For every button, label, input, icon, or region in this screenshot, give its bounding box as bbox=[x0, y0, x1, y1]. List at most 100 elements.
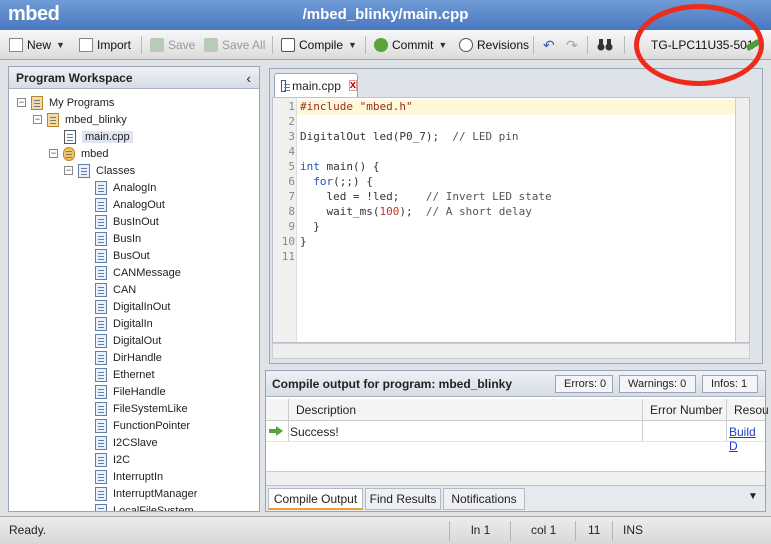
save-all-icon bbox=[204, 38, 218, 52]
line-number: 8 bbox=[288, 205, 295, 218]
classes-folder-icon bbox=[78, 163, 90, 178]
line-number-gutter: 1 2 3 4 5 6 7 8 9 10 11 bbox=[273, 98, 297, 342]
line-number: 1 bbox=[288, 100, 295, 113]
tree-node-class[interactable]: DigitalInOut bbox=[95, 298, 170, 315]
tree-node-class[interactable]: DirHandle bbox=[95, 349, 162, 366]
toolbar: New ▼ Import Save Save All Compile ▼ Commi… bbox=[0, 30, 771, 60]
tree-node-class[interactable]: CANMessage bbox=[95, 264, 181, 281]
revisions-button[interactable]: Revisions bbox=[459, 35, 529, 55]
chevron-down-icon[interactable]: ▼ bbox=[56, 40, 65, 50]
tree-node-class[interactable]: CAN bbox=[95, 281, 136, 298]
vertical-scrollbar[interactable] bbox=[735, 98, 749, 342]
line-number: 4 bbox=[288, 145, 295, 158]
binoculars-icon[interactable] bbox=[597, 35, 613, 55]
compile-icon bbox=[281, 38, 295, 52]
tab-notifications[interactable]: Notifications bbox=[443, 488, 525, 510]
tree-node-my-programs[interactable]: − My Programs bbox=[17, 94, 114, 111]
tree-node-class[interactable]: BusIn bbox=[95, 230, 141, 247]
line-number: 5 bbox=[288, 160, 295, 173]
class-file-icon bbox=[95, 469, 107, 484]
output-horizontal-scrollbar[interactable] bbox=[266, 471, 765, 485]
code-line: led = !led; // Invert LED state bbox=[300, 190, 552, 203]
tree-node-class[interactable]: AnalogIn bbox=[95, 179, 156, 196]
save-icon bbox=[150, 38, 164, 52]
tree-node-class[interactable]: DigitalIn bbox=[95, 315, 153, 332]
tree-node-class[interactable]: BusOut bbox=[95, 247, 150, 264]
tab-main-cpp[interactable]: main.cpp x bbox=[274, 73, 358, 97]
class-file-icon bbox=[95, 316, 107, 331]
collapse-toggle-icon[interactable]: − bbox=[17, 98, 26, 107]
status-line: ln 1 bbox=[471, 523, 491, 537]
class-file-icon bbox=[95, 248, 107, 263]
class-file-icon bbox=[95, 350, 107, 365]
column-resource[interactable]: Resou bbox=[734, 403, 769, 417]
output-header: Compile output for program: mbed_blinky … bbox=[266, 371, 765, 397]
column-error-number[interactable]: Error Number bbox=[650, 403, 723, 417]
tree-node-class[interactable]: Ethernet bbox=[95, 366, 155, 383]
tree-node-program[interactable]: − mbed_blinky bbox=[33, 111, 127, 128]
code-line: } bbox=[300, 220, 320, 233]
tree-node-class[interactable]: DigitalOut bbox=[95, 332, 161, 349]
row-description: Success! bbox=[290, 425, 339, 439]
class-file-icon bbox=[95, 265, 107, 280]
toolbar-divider bbox=[272, 36, 273, 54]
tree-node-library[interactable]: − mbed bbox=[49, 145, 109, 162]
import-button[interactable]: Import bbox=[79, 35, 131, 55]
new-button[interactable]: New ▼ bbox=[9, 35, 65, 55]
panel-header: Program Workspace ‹ bbox=[9, 67, 259, 89]
chevron-down-icon[interactable]: ▼ bbox=[748, 491, 758, 502]
infos-count-badge[interactable]: Infos: 1 bbox=[702, 375, 758, 393]
undo-icon[interactable]: ↶ bbox=[543, 35, 555, 55]
tab-find-results[interactable]: Find Results bbox=[365, 488, 441, 510]
tree-node-class[interactable]: FunctionPointer bbox=[95, 417, 190, 434]
chevron-down-icon[interactable]: ▼ bbox=[438, 40, 447, 50]
panel-title: Program Workspace bbox=[16, 71, 133, 85]
board-icon[interactable] bbox=[745, 35, 761, 55]
errors-count-badge[interactable]: Errors: 0 bbox=[555, 375, 613, 393]
class-file-icon bbox=[95, 503, 107, 511]
horizontal-scrollbar[interactable] bbox=[272, 343, 750, 359]
line-number: 6 bbox=[288, 175, 295, 188]
code-area[interactable]: 1 2 3 4 5 6 7 8 9 10 11 #include "mbed.h" DigitalO… bbox=[272, 97, 750, 343]
tree-node-class[interactable]: BusInOut bbox=[95, 213, 159, 230]
tree-node-class[interactable]: LocalFileSystem bbox=[95, 502, 194, 511]
tree-node-classes[interactable]: − Classes bbox=[64, 162, 135, 179]
output-tabs: Compile Output Find Results Notification… bbox=[266, 485, 765, 511]
class-file-icon bbox=[95, 367, 107, 382]
warnings-count-badge[interactable]: Warnings: 0 bbox=[619, 375, 696, 393]
collapse-panel-icon[interactable]: ‹ bbox=[246, 67, 251, 89]
tab-compile-output[interactable]: Compile Output bbox=[268, 488, 363, 510]
save-all-button[interactable]: Save All bbox=[204, 35, 265, 55]
class-file-icon bbox=[95, 333, 107, 348]
chevron-down-icon[interactable]: ▼ bbox=[348, 40, 357, 50]
tree-node-class[interactable]: I2C bbox=[95, 451, 130, 468]
build-details-link[interactable]: Build D bbox=[729, 425, 765, 453]
target-selector[interactable]: TG-LPC11U35-501 bbox=[651, 35, 754, 55]
tree-node-class[interactable]: AnalogOut bbox=[95, 196, 165, 213]
close-tab-icon[interactable]: x bbox=[348, 80, 357, 91]
programs-icon bbox=[31, 95, 43, 110]
line-number: 2 bbox=[288, 115, 295, 128]
tree-node-class[interactable]: I2CSlave bbox=[95, 434, 158, 451]
compile-button[interactable]: Compile ▼ bbox=[281, 35, 357, 55]
table-row[interactable]: Success! Build D bbox=[266, 422, 765, 453]
new-file-icon bbox=[9, 38, 23, 52]
column-description[interactable]: Description bbox=[296, 403, 356, 417]
collapse-toggle-icon[interactable]: − bbox=[64, 166, 73, 175]
commit-icon bbox=[374, 38, 388, 52]
line-number: 3 bbox=[288, 130, 295, 143]
class-file-icon bbox=[95, 401, 107, 416]
class-file-icon bbox=[95, 486, 107, 501]
toolbar-divider bbox=[587, 36, 588, 54]
tree-node-class[interactable]: InterruptManager bbox=[95, 485, 197, 502]
redo-icon[interactable]: ↷ bbox=[566, 35, 578, 55]
tree-node-file[interactable]: main.cpp bbox=[64, 128, 133, 145]
tree-node-class[interactable]: FileHandle bbox=[95, 383, 166, 400]
save-button[interactable]: Save bbox=[150, 35, 195, 55]
collapse-toggle-icon[interactable]: − bbox=[49, 149, 58, 158]
tree-node-class[interactable]: InterruptIn bbox=[95, 468, 163, 485]
commit-button[interactable]: Commit ▼ bbox=[374, 35, 447, 55]
tree-node-class[interactable]: FileSystemLike bbox=[95, 400, 188, 417]
toolbar-divider bbox=[365, 36, 366, 54]
collapse-toggle-icon[interactable]: − bbox=[33, 115, 42, 124]
